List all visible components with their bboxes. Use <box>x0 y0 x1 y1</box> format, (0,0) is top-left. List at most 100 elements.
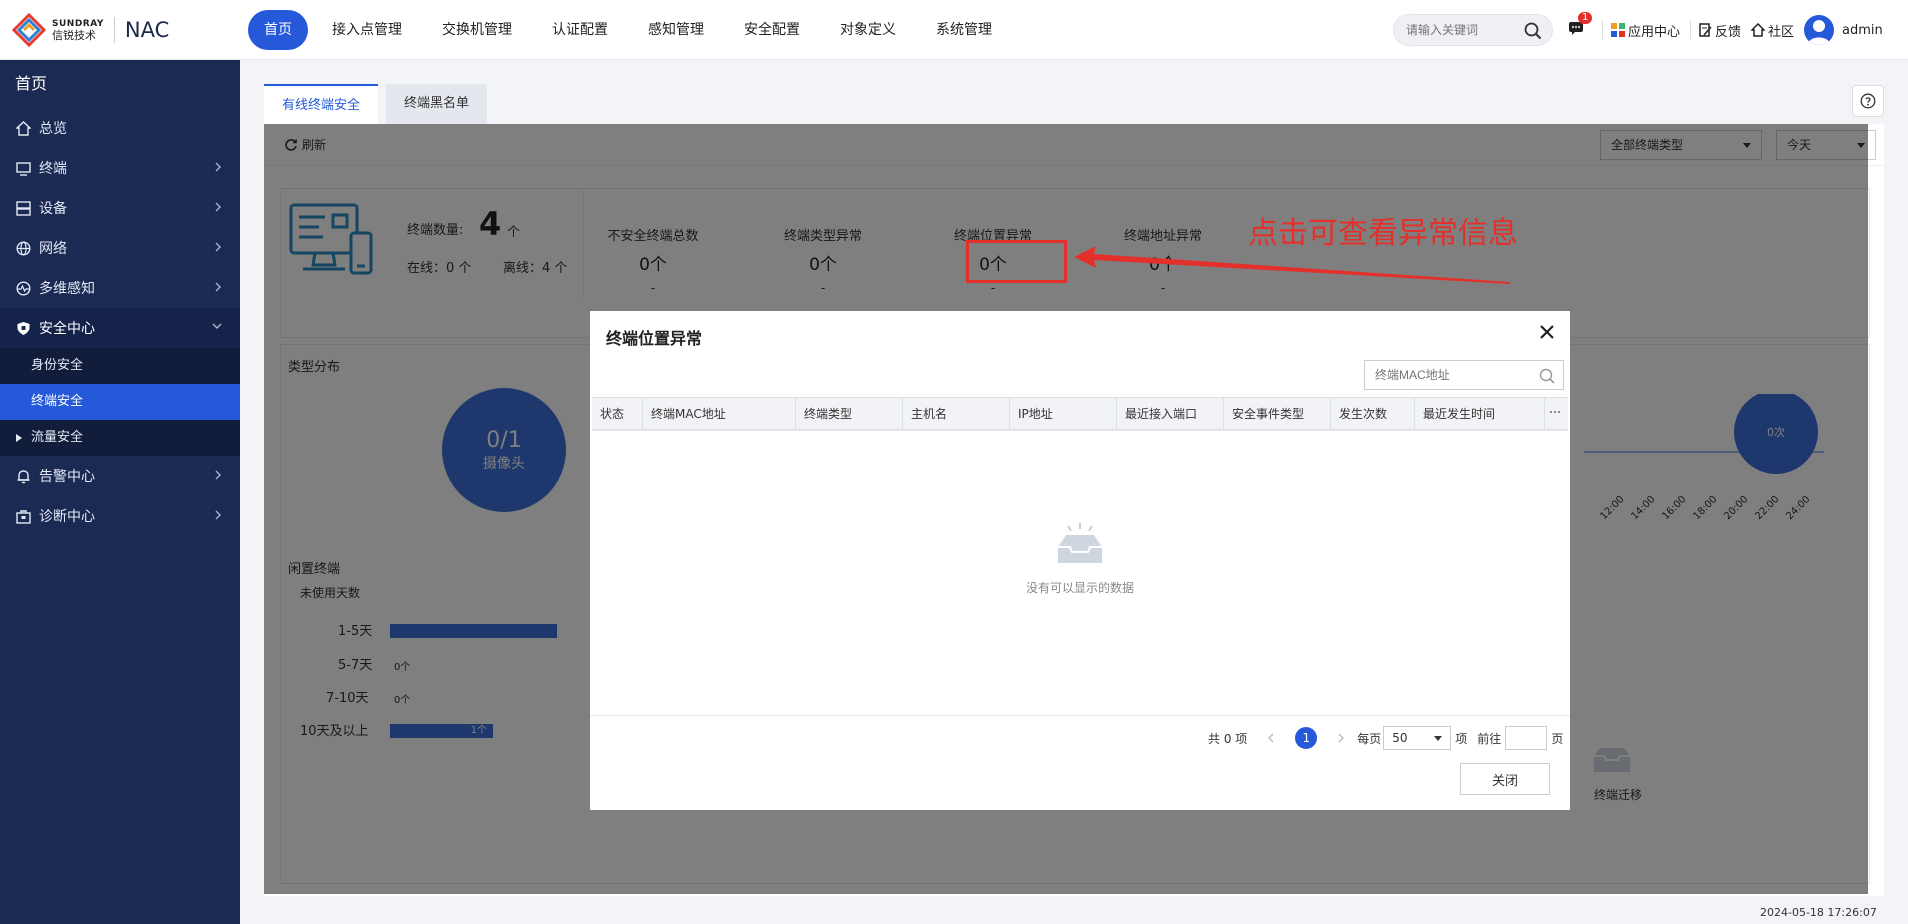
search-icon[interactable] <box>1524 22 1542 40</box>
sidebar-subitem-traffic-security[interactable]: 流量安全 <box>0 420 240 456</box>
feedback-icon <box>1699 23 1712 37</box>
nav-system[interactable]: 系统管理 <box>920 10 1008 50</box>
app-grid-icon <box>1611 23 1625 37</box>
column-header-status[interactable]: 状态 <box>592 398 643 429</box>
sidebar-subitem-terminal-security[interactable]: 终端安全 <box>0 384 240 420</box>
close-icon[interactable] <box>1538 323 1556 341</box>
sidebar-item-terminal[interactable]: 终端 <box>0 148 240 188</box>
mac-search-input[interactable] <box>1375 361 1535 389</box>
column-header-last-time[interactable]: 最近发生时间 <box>1415 398 1545 429</box>
nav-ap-management[interactable]: 接入点管理 <box>316 10 418 50</box>
help-icon <box>1860 93 1876 109</box>
annotation-text: 点击可查看异常信息 <box>1248 216 1518 251</box>
sidebar-item-label: 诊断中心 <box>39 509 95 525</box>
monitor-icon <box>16 161 31 176</box>
messages-button[interactable]: 1 <box>1568 12 1593 40</box>
sidebar-subitem-label: 流量安全 <box>31 430 84 445</box>
sidebar-item-perception[interactable]: 多维感知 <box>0 268 240 308</box>
user-avatar-icon <box>1808 20 1831 45</box>
divider <box>1690 21 1692 39</box>
chevron-right-icon <box>215 242 221 252</box>
sidebar-item-diagnosis-center[interactable]: 诊断中心 <box>0 496 240 536</box>
community-link[interactable]: 社区 <box>1751 21 1794 40</box>
main-nav: 首页 接入点管理 交换机管理 认证配置 感知管理 安全配置 对象定义 系统管理 <box>248 10 1016 50</box>
bell-icon <box>17 469 30 483</box>
avatar[interactable] <box>1804 15 1835 45</box>
search-icon[interactable] <box>1539 368 1555 384</box>
column-header-port[interactable]: 最近接入端口 <box>1117 398 1224 429</box>
community-label: 社区 <box>1768 24 1795 40</box>
nav-object-definition[interactable]: 对象定义 <box>824 10 912 50</box>
dialog-title: 终端位置异常 <box>606 329 703 348</box>
sidebar-item-label: 多维感知 <box>39 281 95 297</box>
search-input[interactable] <box>1406 15 1526 45</box>
column-menu-button[interactable] <box>1545 398 1568 429</box>
anomaly-table: 状态 终端MAC地址 终端类型 主机名 IP地址 最近接入端口 安全事件类型 发… <box>592 397 1568 431</box>
chevron-down-icon <box>212 323 222 329</box>
sidebar-item-label: 总览 <box>39 121 67 137</box>
page-size-select[interactable]: 50 <box>1383 726 1452 750</box>
page-unit: 页 <box>1551 731 1564 746</box>
chevron-right-icon <box>215 470 221 480</box>
feedback-link[interactable]: 反馈 <box>1699 21 1741 40</box>
column-header-ip[interactable]: IP地址 <box>1010 398 1117 429</box>
page-button-1[interactable]: 1 <box>1295 727 1318 749</box>
nav-perception[interactable]: 感知管理 <box>632 10 720 50</box>
home-icon <box>1751 23 1766 37</box>
location-anomaly-dialog: 终端位置异常 状态 终端MAC地址 终端类型 主机名 IP地址 最近接入端口 安… <box>590 311 1570 810</box>
table-header: 状态 终端MAC地址 终端类型 主机名 IP地址 最近接入端口 安全事件类型 发… <box>592 398 1568 430</box>
column-header-count[interactable]: 发生次数 <box>1331 398 1415 429</box>
sidebar-subitem-identity-security[interactable]: 身份安全 <box>0 348 240 384</box>
sidebar-item-label: 告警中心 <box>39 469 95 485</box>
brand-cn: 信锐技术 <box>52 29 96 42</box>
total-count: 共 0 项 <box>1208 731 1248 746</box>
globe-icon <box>16 240 31 256</box>
app-center-label: 应用中心 <box>1628 24 1681 40</box>
sidebar-item-overview[interactable]: 总览 <box>0 108 240 148</box>
help-button[interactable] <box>1852 85 1884 117</box>
goto-page-input[interactable] <box>1505 726 1548 750</box>
nav-auth-config[interactable]: 认证配置 <box>536 10 624 50</box>
sidebar-item-security-center[interactable]: 安全中心 <box>0 308 240 348</box>
sidebar-item-label: 终端 <box>39 161 67 177</box>
feedback-label: 反馈 <box>1715 24 1742 40</box>
nav-security-config[interactable]: 安全配置 <box>728 10 816 50</box>
column-header-mac[interactable]: 终端MAC地址 <box>643 398 796 429</box>
goto-label: 前往 <box>1477 731 1502 746</box>
top-right-tools: 1 应用中心 反馈 社区 admin <box>1568 0 1883 60</box>
chevron-left-icon[interactable] <box>1267 733 1275 743</box>
per-page-unit: 项 <box>1455 731 1468 746</box>
brand-logo[interactable]: SUNDRAY 信锐技术 NAC <box>12 12 169 48</box>
sidebar-item-device[interactable]: 设备 <box>0 188 240 228</box>
column-header-event-type[interactable]: 安全事件类型 <box>1224 398 1331 429</box>
tab-terminal-blacklist[interactable]: 终端黑名单 <box>386 84 488 124</box>
top-bar: SUNDRAY 信锐技术 NAC 首页 接入点管理 交换机管理 认证配置 感知管… <box>0 0 1908 60</box>
per-page-label: 每页 <box>1357 731 1382 746</box>
chevron-right-icon <box>215 202 221 212</box>
sidebar-title: 首页 <box>15 74 48 93</box>
chevron-right-icon <box>215 282 221 292</box>
sidebar: 首页 总览 终端 设备 网络 多维感知 安全中心 身份安全 终端安全 流量安全 … <box>0 60 240 924</box>
chevron-right-icon[interactable] <box>1337 733 1345 743</box>
server-icon <box>16 200 31 216</box>
nav-switch-management[interactable]: 交换机管理 <box>426 10 528 50</box>
empty-state: 没有可以显示的数据 <box>590 521 1570 596</box>
sidebar-item-network[interactable]: 网络 <box>0 228 240 268</box>
message-badge: 1 <box>1578 12 1593 24</box>
timestamp: 2024-05-18 17:26:07 <box>1760 906 1877 919</box>
page-size-value: 50 <box>1392 731 1408 745</box>
product-name: NAC <box>124 18 170 42</box>
nav-home[interactable]: 首页 <box>248 10 308 50</box>
tab-bar: 有线终端安全 终端黑名单 <box>264 84 495 124</box>
column-header-hostname[interactable]: 主机名 <box>903 398 1010 429</box>
sidebar-item-alert-center[interactable]: 告警中心 <box>0 456 240 496</box>
username[interactable]: admin <box>1842 23 1883 38</box>
caret-down-icon <box>1434 736 1443 741</box>
tab-wired-terminal-security[interactable]: 有线终端安全 <box>264 84 379 124</box>
column-header-type[interactable]: 终端类型 <box>796 398 903 429</box>
more-icon <box>1550 411 1560 413</box>
app-center-link[interactable]: 应用中心 <box>1611 21 1680 40</box>
sidebar-item-label: 网络 <box>39 241 67 257</box>
close-button[interactable]: 关闭 <box>1460 763 1550 795</box>
divider <box>590 715 1570 716</box>
